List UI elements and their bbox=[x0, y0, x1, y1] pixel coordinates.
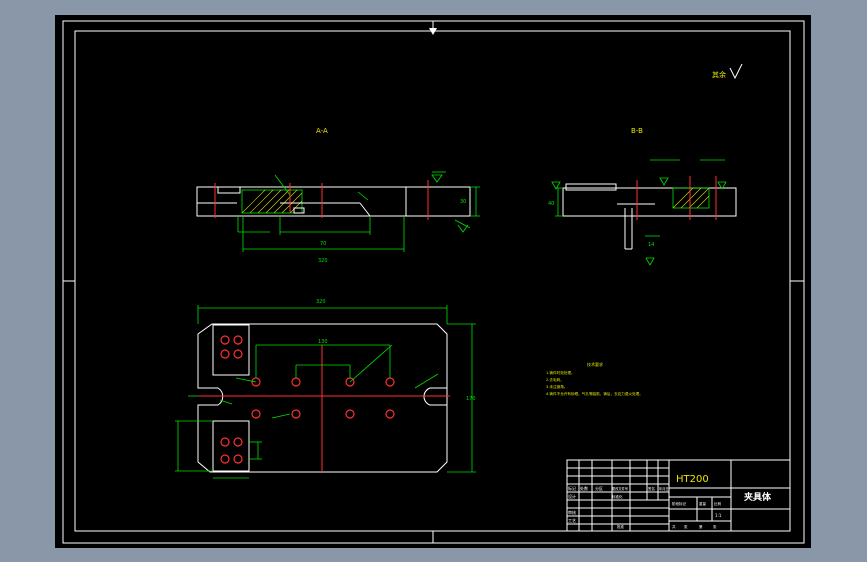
dim-a-inner: 70 bbox=[320, 241, 326, 247]
tb-col-sign: 签名 bbox=[648, 486, 655, 491]
tb-scale-value: 1:1 bbox=[715, 513, 722, 518]
note-3: 3.未注倒角。 bbox=[546, 384, 567, 389]
dim-b-depth: 14 bbox=[648, 242, 654, 248]
tb-row-process: 工艺 bbox=[568, 518, 576, 523]
tb-col-count: 处数 bbox=[580, 485, 588, 491]
dim-a-length: 320 bbox=[318, 258, 328, 264]
cad-drawing-canvas: 其余 A-A 70 320 30 B-B 40 14 320 130 170 技… bbox=[55, 15, 811, 548]
dim-a-height: 30 bbox=[460, 199, 466, 205]
tb-sheet-total: 共 bbox=[672, 524, 676, 529]
section-a-label: A-A bbox=[316, 127, 328, 135]
tb-sheet-total-unit: 张 bbox=[684, 524, 688, 529]
material-label: HT200 bbox=[676, 474, 709, 485]
tb-weight: 重量 bbox=[699, 501, 707, 506]
tb-col-file: 更改文件号 bbox=[612, 486, 628, 491]
dim-plan-inner: 130 bbox=[318, 339, 328, 345]
tb-standardize: 标准化 bbox=[612, 494, 623, 499]
tb-sheet-no-unit: 张 bbox=[713, 524, 717, 529]
roughness-note: 其余 bbox=[712, 70, 726, 79]
dim-b-width: 40 bbox=[548, 201, 554, 207]
dim-plan-height: 170 bbox=[466, 396, 476, 402]
tb-row-mark: 标记 bbox=[568, 485, 576, 491]
note-2: 2.去毛刺。 bbox=[546, 377, 564, 382]
tb-stage-mark: 阶段标记 bbox=[672, 501, 686, 506]
note-4: 4.铸件不允许有砂眼、气孔等缺陷，铸后，去应力退火处理。 bbox=[546, 391, 643, 396]
tb-col-zone: 分区 bbox=[595, 485, 603, 491]
notes-title: 技术要求 bbox=[587, 361, 603, 367]
tb-col-date: 年月日 bbox=[659, 486, 669, 491]
dim-plan-length: 320 bbox=[316, 299, 326, 305]
note-1: 1.铸件时效处理。 bbox=[546, 370, 575, 375]
drawing-sheet bbox=[55, 15, 811, 548]
tb-approve: 批准 bbox=[617, 524, 625, 529]
tb-row-review: 审核 bbox=[568, 509, 576, 515]
tb-sheet-no: 第 bbox=[699, 524, 703, 529]
part-name: 夹具体 bbox=[744, 491, 772, 503]
section-b-label: B-B bbox=[631, 127, 643, 135]
tb-row-design: 设计 bbox=[568, 493, 576, 499]
tb-ratio: 比例 bbox=[714, 501, 722, 506]
